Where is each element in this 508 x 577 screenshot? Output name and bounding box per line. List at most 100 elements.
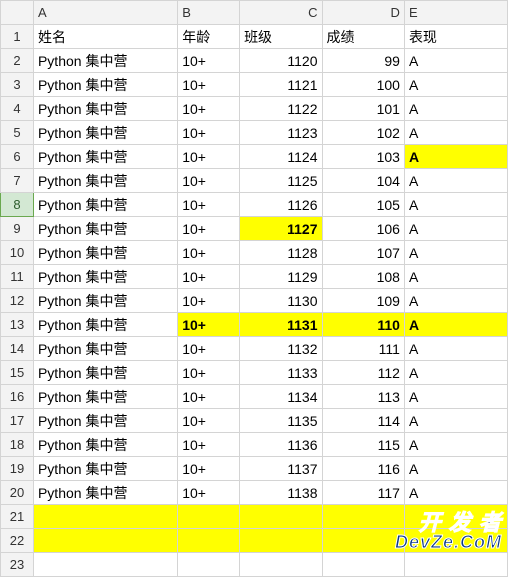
cell-A[interactable]: Python 集中营 [33, 241, 177, 265]
cell-A[interactable]: Python 集中营 [33, 145, 177, 169]
cell-C[interactable]: 1120 [240, 49, 322, 73]
row-header[interactable]: 5 [1, 121, 34, 145]
col-header-B[interactable]: B [178, 1, 240, 25]
cell-B[interactable]: 10+ [178, 97, 240, 121]
cell-B[interactable]: 10+ [178, 337, 240, 361]
cell-B[interactable] [178, 553, 240, 577]
row-header[interactable]: 3 [1, 73, 34, 97]
row-header[interactable]: 6 [1, 145, 34, 169]
row-header[interactable]: 14 [1, 337, 34, 361]
cell-A[interactable]: Python 集中营 [33, 481, 177, 505]
cell-E[interactable]: A [404, 457, 507, 481]
col-header-E[interactable]: E [404, 1, 507, 25]
cell-E[interactable]: A [404, 337, 507, 361]
cell-C[interactable]: 1125 [240, 169, 322, 193]
row-header[interactable]: 15 [1, 361, 34, 385]
cell-E[interactable]: A [404, 193, 507, 217]
cell-C[interactable]: 1138 [240, 481, 322, 505]
cell-D[interactable]: 105 [322, 193, 404, 217]
cell-D[interactable]: 112 [322, 361, 404, 385]
cell-B[interactable]: 10+ [178, 313, 240, 337]
cell-E[interactable] [404, 505, 507, 529]
cell-A[interactable]: Python 集中营 [33, 265, 177, 289]
cell-D[interactable] [322, 553, 404, 577]
cell-C[interactable]: 1126 [240, 193, 322, 217]
cell-D[interactable]: 99 [322, 49, 404, 73]
cell-B[interactable]: 10+ [178, 169, 240, 193]
cell-B[interactable] [178, 505, 240, 529]
cell-D[interactable]: 111 [322, 337, 404, 361]
spreadsheet-grid[interactable]: A B C D E 1姓名年龄班级成绩表现2Python 集中营10+11209… [0, 0, 508, 577]
cell-D[interactable]: 104 [322, 169, 404, 193]
cell-D[interactable]: 109 [322, 289, 404, 313]
cell-E[interactable]: A [404, 145, 507, 169]
cell-B[interactable]: 10+ [178, 217, 240, 241]
cell-A[interactable]: Python 集中营 [33, 313, 177, 337]
row-header[interactable]: 19 [1, 457, 34, 481]
cell-C[interactable] [240, 529, 322, 553]
cell-A[interactable]: Python 集中营 [33, 409, 177, 433]
row-header[interactable]: 2 [1, 49, 34, 73]
cell-B[interactable]: 10+ [178, 49, 240, 73]
cell-C[interactable]: 1132 [240, 337, 322, 361]
cell-C[interactable]: 1121 [240, 73, 322, 97]
cell-D[interactable]: 108 [322, 265, 404, 289]
cell-C[interactable]: 1133 [240, 361, 322, 385]
cell-B[interactable]: 10+ [178, 361, 240, 385]
cell-E[interactable] [404, 529, 507, 553]
row-header[interactable]: 17 [1, 409, 34, 433]
row-header[interactable]: 18 [1, 433, 34, 457]
cell-B[interactable] [178, 529, 240, 553]
cell-C[interactable]: 1129 [240, 265, 322, 289]
col-header-D[interactable]: D [322, 1, 404, 25]
cell-A[interactable]: Python 集中营 [33, 97, 177, 121]
cell-A[interactable]: Python 集中营 [33, 217, 177, 241]
cell-D[interactable]: 113 [322, 385, 404, 409]
cell-A[interactable] [33, 529, 177, 553]
cell-E[interactable]: A [404, 289, 507, 313]
cell-A[interactable]: Python 集中营 [33, 121, 177, 145]
col-header-C[interactable]: C [240, 1, 322, 25]
row-header[interactable]: 4 [1, 97, 34, 121]
cell-D[interactable]: 101 [322, 97, 404, 121]
cell-B[interactable]: 10+ [178, 193, 240, 217]
cell-E[interactable]: A [404, 169, 507, 193]
row-header[interactable]: 7 [1, 169, 34, 193]
cell-E[interactable]: A [404, 97, 507, 121]
row-header[interactable]: 13 [1, 313, 34, 337]
cell-B[interactable]: 10+ [178, 73, 240, 97]
cell-C[interactable] [240, 505, 322, 529]
cell-E[interactable]: A [404, 265, 507, 289]
cell-E[interactable] [404, 553, 507, 577]
row-header[interactable]: 23 [1, 553, 34, 577]
cell-B[interactable]: 10+ [178, 121, 240, 145]
cell-B[interactable]: 年龄 [178, 25, 240, 49]
cell-E[interactable]: A [404, 385, 507, 409]
cell-D[interactable]: 107 [322, 241, 404, 265]
cell-E[interactable]: A [404, 361, 507, 385]
col-header-A[interactable]: A [33, 1, 177, 25]
cell-E[interactable]: A [404, 73, 507, 97]
row-header[interactable]: 20 [1, 481, 34, 505]
cell-C[interactable]: 1128 [240, 241, 322, 265]
cell-E[interactable]: A [404, 481, 507, 505]
cell-C[interactable]: 1124 [240, 145, 322, 169]
row-header[interactable]: 11 [1, 265, 34, 289]
cell-E[interactable]: A [404, 409, 507, 433]
cell-D[interactable]: 110 [322, 313, 404, 337]
cell-C[interactable]: 班级 [240, 25, 322, 49]
cell-C[interactable]: 1127 [240, 217, 322, 241]
cell-A[interactable]: Python 集中营 [33, 169, 177, 193]
cell-E[interactable]: 表现 [404, 25, 507, 49]
cell-D[interactable]: 成绩 [322, 25, 404, 49]
cell-B[interactable]: 10+ [178, 241, 240, 265]
row-header[interactable]: 9 [1, 217, 34, 241]
cell-A[interactable]: Python 集中营 [33, 433, 177, 457]
cell-A[interactable] [33, 505, 177, 529]
cell-C[interactable]: 1134 [240, 385, 322, 409]
cell-E[interactable]: A [404, 49, 507, 73]
cell-D[interactable]: 106 [322, 217, 404, 241]
row-header[interactable]: 8 [1, 193, 34, 217]
cell-B[interactable]: 10+ [178, 289, 240, 313]
cell-D[interactable] [322, 529, 404, 553]
